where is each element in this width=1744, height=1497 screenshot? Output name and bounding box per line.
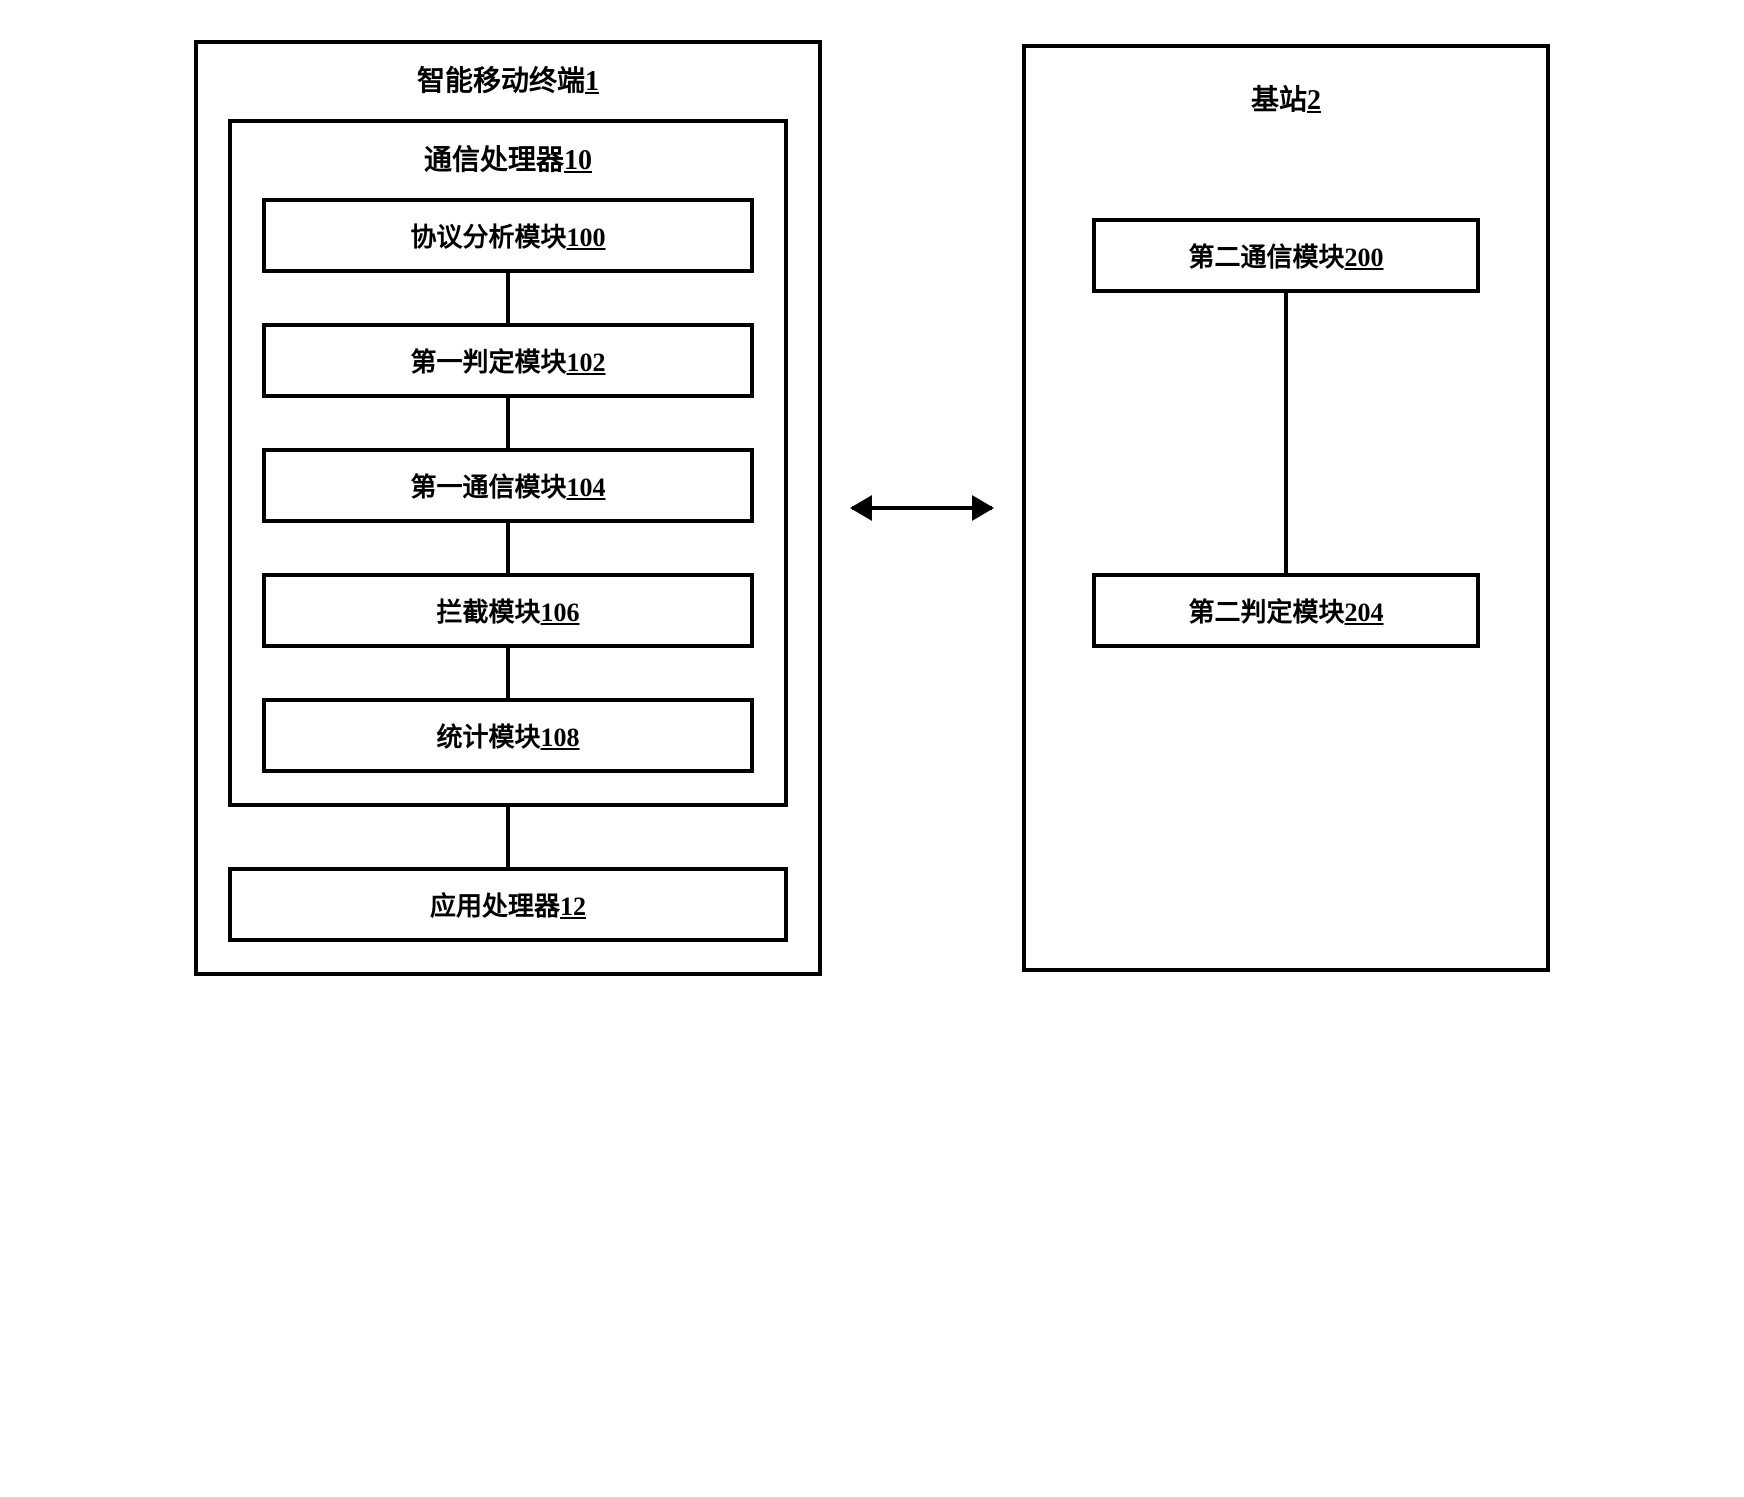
module-label: 第二通信模块 (1188, 243, 1344, 272)
processor-title-text: 通信处理器 (424, 145, 564, 176)
module-label: 第一通信模块 (410, 473, 566, 502)
module-num: 104 (567, 473, 606, 502)
connector (506, 398, 510, 448)
terminal-title-num: 1 (585, 66, 599, 97)
processor-title: 通信处理器10 (262, 138, 754, 178)
connector (506, 523, 510, 573)
terminal-title-text: 智能移动终端 (417, 66, 585, 97)
module-protocol-analysis: 协议分析模块100 (262, 198, 754, 273)
station-title: 基站2 (1251, 78, 1321, 118)
connector (506, 648, 510, 698)
module-intercept: 拦截模块106 (262, 573, 754, 648)
processor-box: 通信处理器10 协议分析模块100 第一判定模块102 第一通信模块104 拦截… (228, 119, 788, 807)
module-second-communication: 第二通信模块200 (1092, 218, 1480, 293)
module-num: 102 (567, 348, 606, 377)
connector (506, 807, 510, 867)
module-first-communication: 第一通信模块104 (262, 448, 754, 523)
module-num: 100 (567, 223, 606, 252)
module-num: 200 (1345, 243, 1384, 272)
module-num: 12 (560, 892, 586, 921)
module-num: 106 (541, 598, 580, 627)
module-num: 204 (1345, 598, 1384, 627)
module-second-judgment: 第二判定模块204 (1092, 573, 1480, 648)
terminal-title: 智能移动终端1 (228, 59, 788, 99)
arrow-container (852, 506, 992, 510)
bidirectional-arrow-icon (852, 506, 992, 510)
module-statistics: 统计模块108 (262, 698, 754, 773)
module-label: 应用处理器 (430, 892, 560, 921)
station-box: 基站2 第二通信模块200 第二判定模块204 (1022, 44, 1550, 972)
processor-title-num: 10 (564, 145, 592, 176)
module-label: 第一判定模块 (410, 348, 566, 377)
connector (1284, 293, 1288, 573)
station-title-num: 2 (1307, 85, 1321, 116)
module-app-processor: 应用处理器12 (228, 867, 788, 942)
module-label: 协议分析模块 (410, 223, 566, 252)
module-label: 第二判定模块 (1188, 598, 1344, 627)
module-label: 拦截模块 (436, 598, 540, 627)
station-title-text: 基站 (1251, 85, 1307, 116)
module-first-judgment: 第一判定模块102 (262, 323, 754, 398)
connector (506, 273, 510, 323)
diagram-container: 智能移动终端1 通信处理器10 协议分析模块100 第一判定模块102 第一通信… (40, 40, 1704, 976)
terminal-box: 智能移动终端1 通信处理器10 协议分析模块100 第一判定模块102 第一通信… (194, 40, 822, 976)
module-num: 108 (541, 723, 580, 752)
module-label: 统计模块 (436, 723, 540, 752)
